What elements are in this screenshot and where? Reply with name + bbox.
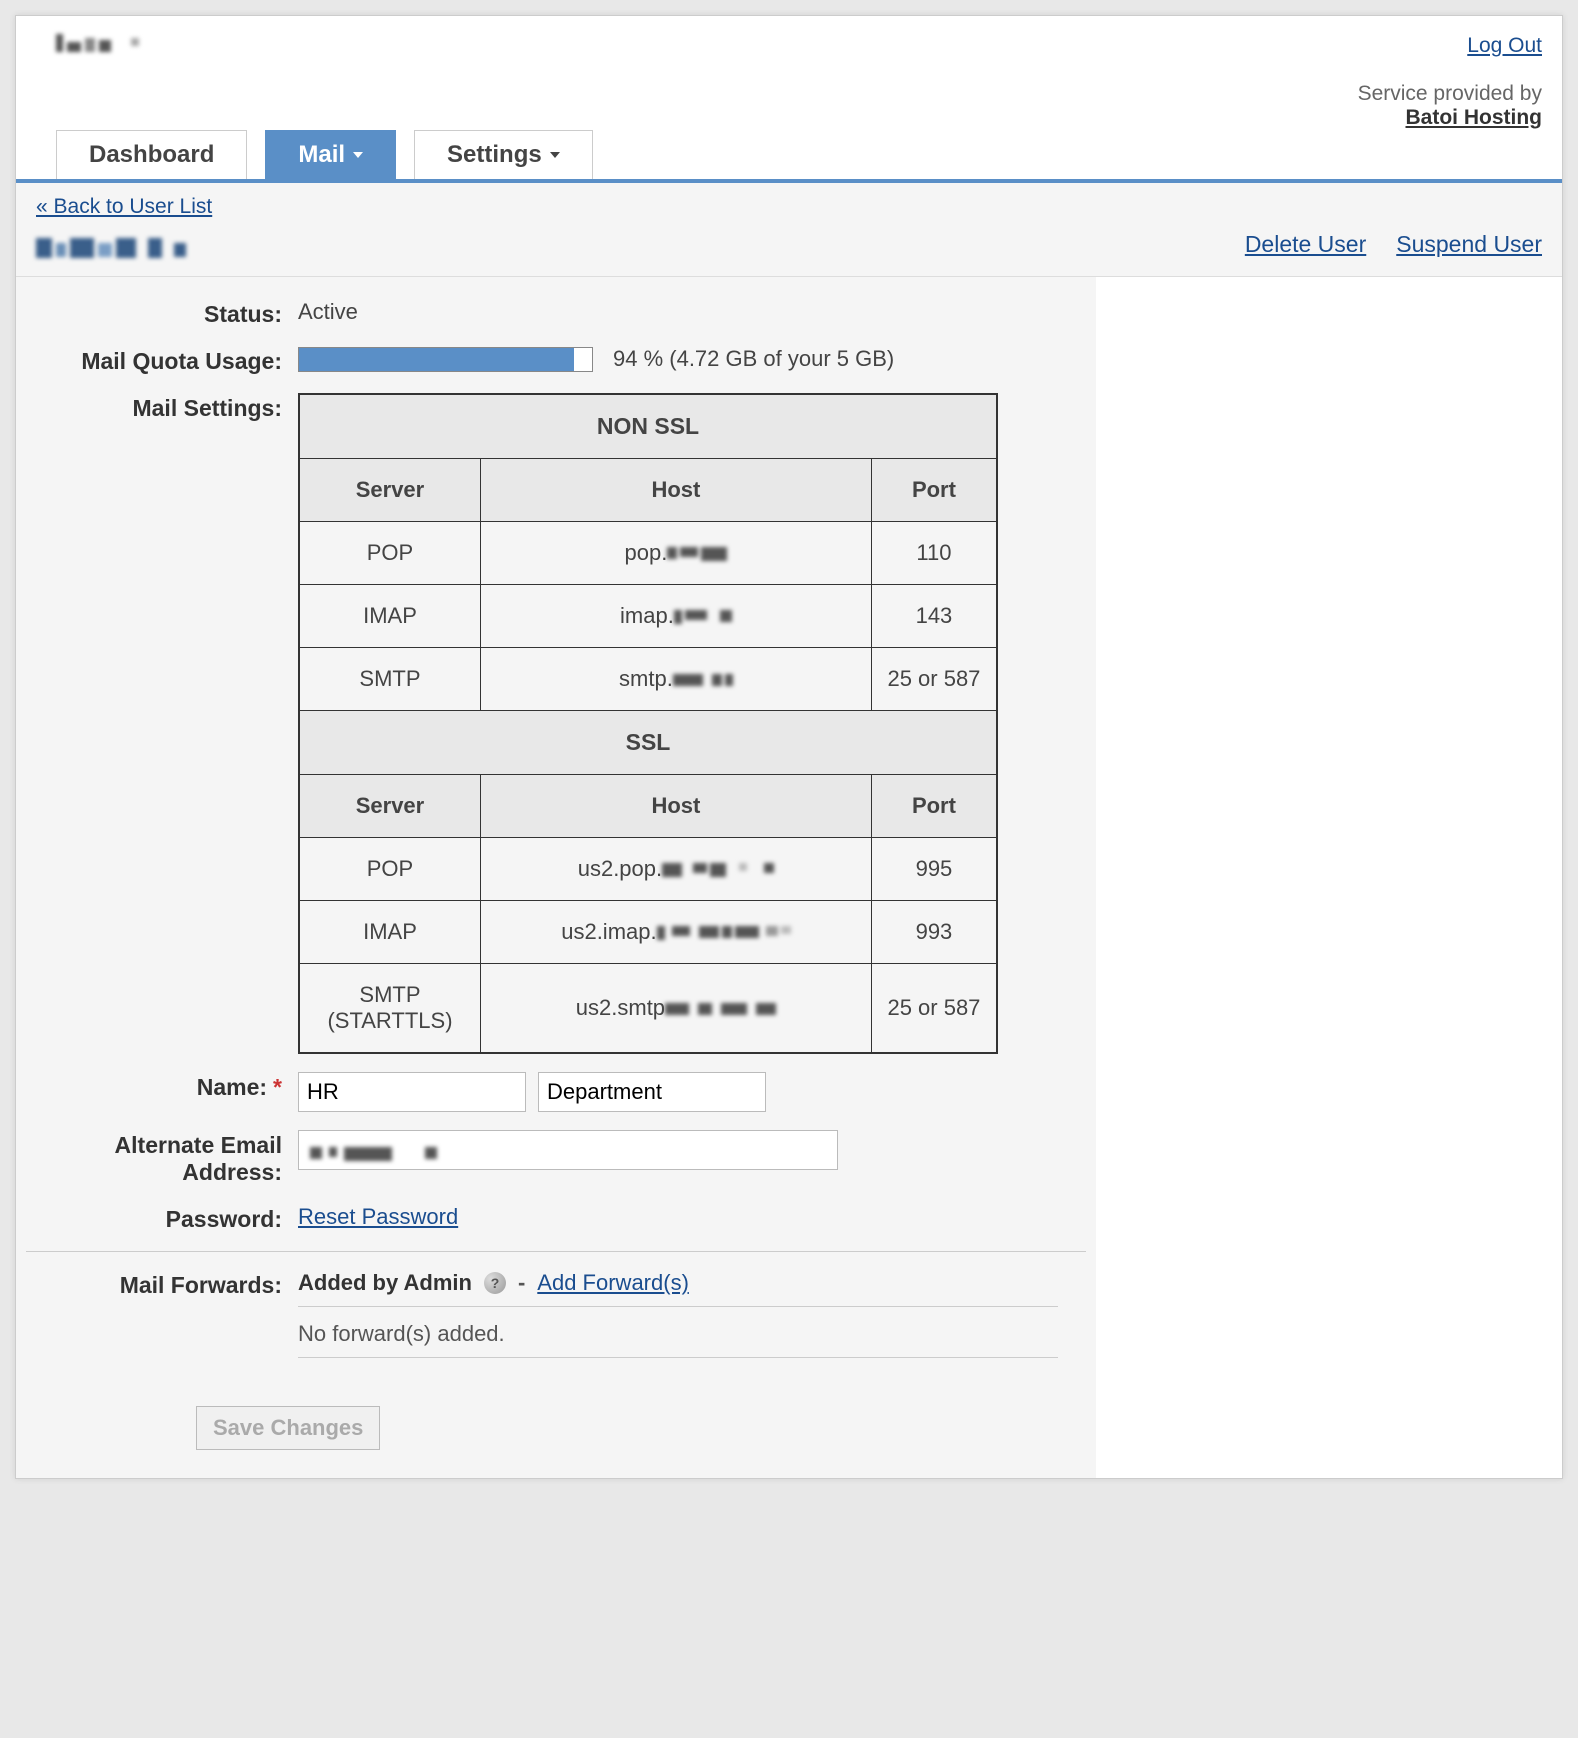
- table-row: POP pop. 110: [299, 522, 997, 585]
- col-port: Port: [871, 775, 997, 838]
- mail-settings-label: Mail Settings:: [26, 393, 298, 422]
- tab-mail-label: Mail: [298, 141, 345, 169]
- service-provider-link[interactable]: Batoi Hosting: [1358, 106, 1542, 130]
- quota-label: Mail Quota Usage:: [26, 346, 298, 375]
- table-row: IMAP us2.imap. 993: [299, 901, 997, 964]
- name-label: Name:*: [26, 1072, 298, 1101]
- table-row: SMTP smtp. 25 or 587: [299, 648, 997, 711]
- col-host: Host: [480, 459, 871, 522]
- status-value: Active: [298, 299, 1086, 325]
- back-to-user-list-link[interactable]: « Back to User List: [36, 195, 212, 218]
- reset-password-link[interactable]: Reset Password: [298, 1204, 458, 1229]
- main-window: Log Out Service provided by Batoi Hostin…: [15, 15, 1563, 1479]
- suspend-user-link[interactable]: Suspend User: [1396, 231, 1542, 258]
- alt-email-value-redacted: [310, 1147, 437, 1161]
- ssl-header: SSL: [299, 711, 997, 775]
- table-row: POP us2.pop. 995: [299, 838, 997, 901]
- content-area: Status: Active Mail Quota Usage: 94 % (4…: [16, 277, 1562, 1478]
- save-changes-button[interactable]: Save Changes: [196, 1406, 380, 1450]
- logout-link[interactable]: Log Out: [1467, 34, 1542, 57]
- quota-text: 94 % (4.72 GB of your 5 GB): [613, 346, 894, 372]
- table-row: SMTP (STARTTLS) us2.smtp 25 or 587: [299, 964, 997, 1054]
- delete-user-link[interactable]: Delete User: [1245, 231, 1366, 258]
- forwards-label: Mail Forwards:: [26, 1270, 298, 1299]
- col-host: Host: [480, 775, 871, 838]
- tab-dashboard[interactable]: Dashboard: [56, 130, 247, 179]
- mail-settings-table: NON SSL Server Host Port POP pop. 110: [298, 393, 998, 1054]
- service-provided-text: Service provided by: [1358, 82, 1542, 105]
- table-row: IMAP imap. 143: [299, 585, 997, 648]
- password-label: Password:: [26, 1204, 298, 1233]
- add-forward-link[interactable]: Add Forward(s): [537, 1270, 689, 1296]
- first-name-input[interactable]: [298, 1072, 526, 1112]
- logo: [56, 34, 139, 52]
- nav-tabs: Dashboard Mail Settings: [16, 130, 1562, 179]
- dash-separator: -: [518, 1270, 525, 1296]
- forwards-empty-text: No forward(s) added.: [298, 1307, 1058, 1358]
- added-by-admin-text: Added by Admin: [298, 1270, 472, 1296]
- status-label: Status:: [26, 299, 298, 328]
- tab-settings-label: Settings: [447, 141, 542, 169]
- quota-progress-bar: [298, 347, 593, 372]
- username-display: [36, 238, 186, 258]
- caret-down-icon: [550, 152, 560, 158]
- alt-email-label: Alternate Email Address:: [26, 1130, 298, 1186]
- col-port: Port: [871, 459, 997, 522]
- caret-down-icon: [353, 152, 363, 158]
- col-server: Server: [299, 459, 480, 522]
- header: Log Out Service provided by Batoi Hostin…: [16, 16, 1562, 130]
- help-icon[interactable]: ?: [484, 1272, 506, 1294]
- page-bar: « Back to User List Delete User Suspend …: [16, 183, 1562, 277]
- quota-progress-fill: [299, 348, 574, 371]
- non-ssl-header: NON SSL: [299, 394, 997, 459]
- tab-settings[interactable]: Settings: [414, 130, 593, 179]
- tab-mail[interactable]: Mail: [265, 130, 396, 179]
- col-server: Server: [299, 775, 480, 838]
- last-name-input[interactable]: [538, 1072, 766, 1112]
